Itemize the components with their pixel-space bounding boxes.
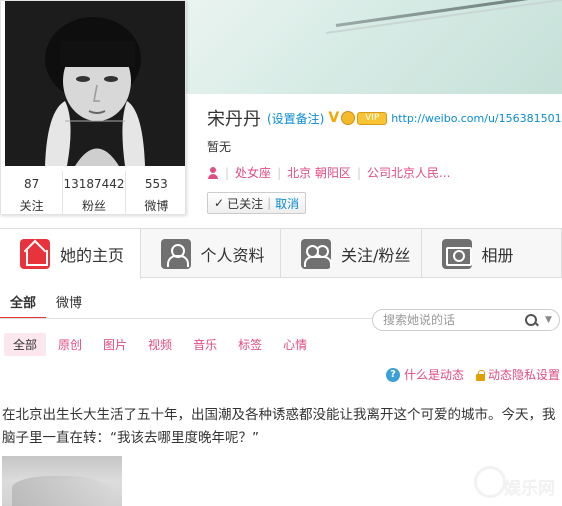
avatar-photo: [5, 1, 185, 166]
filter-original[interactable]: 原创: [49, 333, 91, 356]
company-link[interactable]: 公司北京人民...: [367, 164, 450, 181]
question-icon: ?: [385, 367, 400, 382]
what-is-feed-link[interactable]: 什么是动态: [404, 366, 464, 383]
search-input[interactable]: [383, 313, 523, 327]
watermark-text: 娱乐网: [504, 479, 555, 499]
watermark-logo-icon: [474, 466, 506, 498]
camera-icon: [441, 238, 472, 269]
filter-tags[interactable]: 标签: [229, 333, 271, 356]
search-icon[interactable]: [525, 314, 537, 326]
filter-all[interactable]: 全部: [4, 333, 47, 356]
people-icon: [301, 238, 332, 269]
follow-status-button[interactable]: ✓ 已关注 | 取消: [207, 192, 307, 214]
profile-url-link[interactable]: http://weibo.com/u/1563815010: [391, 112, 562, 125]
stat-following-count: 87: [24, 177, 40, 191]
verified-badge-icon[interactable]: V: [328, 110, 339, 126]
feed-filters: 全部 原创 图片 视频 音乐 标签 心情: [4, 333, 319, 356]
subnav-all[interactable]: 全部: [0, 292, 47, 319]
stat-weibo-label: 微博: [144, 199, 169, 213]
home-icon: [20, 239, 50, 269]
feed-privacy-link[interactable]: 动态隐私设置: [488, 366, 560, 383]
profile-name-row: 宋丹丹 (设置备注) V VIP http://weibo.com/u/1563…: [207, 105, 562, 131]
tab-label: 个人资料: [200, 245, 265, 265]
lock-icon: [475, 369, 485, 381]
site-watermark: 娱乐网: [474, 464, 560, 502]
avatar[interactable]: [5, 1, 185, 166]
stat-weibo[interactable]: 553 微博: [126, 171, 187, 215]
profile-tabs: 她的主页 个人资料 关注/粉丝 相册: [0, 228, 562, 279]
stat-fans[interactable]: 13187442 粉丝: [63, 171, 126, 215]
filter-mood[interactable]: 心情: [274, 333, 316, 356]
profile-info-row: | 处女座 | 北京 朝阳区 | 公司北京人民...: [207, 164, 450, 181]
filter-music[interactable]: 音乐: [184, 333, 226, 356]
followed-label: 已关注: [227, 196, 264, 211]
user-name: 宋丹丹: [207, 109, 261, 130]
feed-subnav: 全部 微博: [0, 292, 92, 319]
stat-following[interactable]: 87 关注: [1, 171, 64, 215]
set-remark-link[interactable]: (设置备注): [267, 110, 324, 127]
vip-badge-icon[interactable]: VIP: [357, 111, 388, 125]
tab-label: 她的主页: [60, 246, 125, 265]
subnav-weibo[interactable]: 微博: [46, 292, 92, 319]
tab-personal-info[interactable]: 个人资料: [141, 229, 281, 278]
subnav-divider: [0, 318, 372, 319]
stat-following-label: 关注: [19, 199, 44, 213]
post-text: 在北京出生长大生活了五十年，出国潮及各种诱惑都没能让我离开这个可爱的城市。今天，…: [2, 407, 556, 446]
crown-icon[interactable]: [341, 111, 356, 125]
profile-stats: 87 关注 13187442 粉丝 553 微博: [1, 171, 187, 215]
stat-weibo-count: 553: [144, 177, 168, 191]
feed-search-box[interactable]: ▼: [372, 309, 560, 331]
tab-label: 关注/粉丝: [341, 245, 411, 265]
follow-divider: |: [267, 196, 272, 210]
filter-videos[interactable]: 视频: [139, 333, 181, 356]
stat-fans-count: 13187442: [63, 177, 125, 191]
cover-decoration: [325, 0, 562, 34]
feed-help-row: ? 什么是动态 动态隐私设置: [385, 366, 560, 383]
zodiac-link[interactable]: 处女座: [235, 164, 271, 181]
bio-text: 暂无: [207, 140, 232, 154]
tab-follows-fans[interactable]: 关注/粉丝: [281, 229, 422, 278]
unfollow-button[interactable]: 取消: [275, 195, 299, 212]
tab-album[interactable]: 相册: [422, 229, 562, 278]
stat-fans-label: 粉丝: [81, 199, 106, 213]
chevron-down-icon[interactable]: ▼: [545, 315, 552, 325]
location-link[interactable]: 北京 朝阳区: [287, 164, 351, 181]
person-icon: [160, 238, 191, 269]
profile-card: 87 关注 13187442 粉丝 553 微博: [0, 0, 186, 215]
profile-cover-image: [186, 0, 562, 94]
post-image-thumbnail[interactable]: [2, 456, 122, 506]
tab-label: 相册: [481, 245, 514, 265]
filter-pictures[interactable]: 图片: [94, 333, 136, 356]
female-person-icon: [207, 166, 219, 179]
checkmark-icon: ✓: [214, 196, 225, 210]
tab-her-homepage[interactable]: 她的主页: [0, 229, 141, 279]
